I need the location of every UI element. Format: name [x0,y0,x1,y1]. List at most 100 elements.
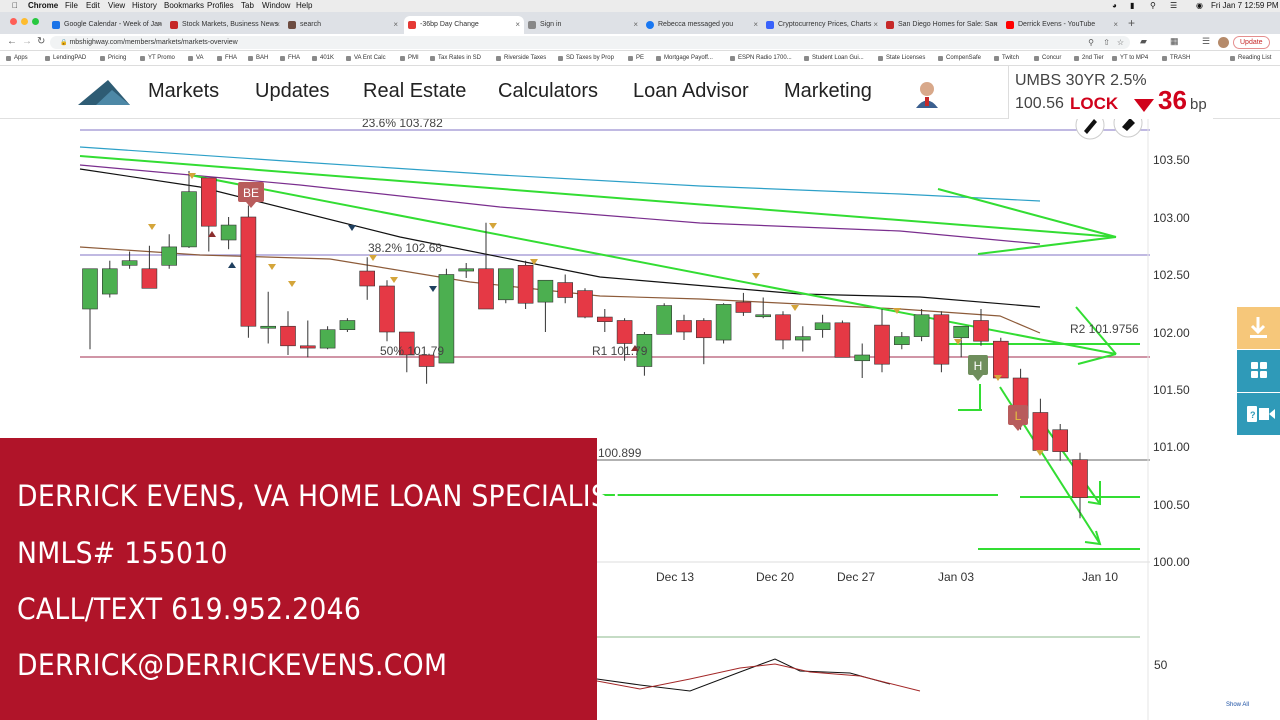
tab-sign-in[interactable]: Sign in × [524,16,642,34]
candle-up[interactable] [715,304,732,341]
candle-down[interactable] [1072,459,1088,498]
close-tab-icon[interactable]: × [157,16,162,34]
bookmark-401k[interactable]: 401K [312,51,334,66]
mbs-highway-logo[interactable] [78,78,130,105]
candle-up[interactable] [220,224,237,241]
candle-down[interactable] [1032,412,1049,451]
tab-san-diego-homes[interactable]: San Diego Homes for Sale: San × [882,16,1002,34]
new-tab-icon[interactable]: + [1128,16,1135,30]
bookmark-fha[interactable]: FHA [217,51,237,66]
bookmark-yt-promo[interactable]: YT Promo [140,51,175,66]
bookmark-compensafe[interactable]: CompenSafe [938,51,981,66]
drawing-tools[interactable] [1075,119,1143,140]
candle-up[interactable] [893,336,910,345]
tab-stock-markets[interactable]: Stock Markets, Business News × [166,16,284,34]
candle-up[interactable] [537,279,554,303]
nav-marketing[interactable]: Marketing [784,80,872,103]
tab-youtube[interactable]: Derrick Evens - YouTube × [1002,16,1122,34]
lock-button[interactable]: LOCK [1070,94,1118,114]
candle-down[interactable] [1052,429,1068,452]
close-tab-icon[interactable]: × [1113,16,1118,34]
zoom-icon[interactable]: ⚲ [1088,36,1094,49]
bookmark-pe[interactable]: PE [628,51,644,66]
tab-search[interactable]: search × [284,16,402,34]
reload-icon[interactable]: ↻ [37,36,45,47]
candle-down[interactable] [616,320,633,344]
wifi-icon[interactable]: ◕ [1112,0,1117,12]
tab-day-change[interactable]: -36bp Day Change × [404,16,524,34]
bookmark-student-loan[interactable]: Student Loan Gui... [804,51,864,66]
rate-box[interactable]: UMBS 30YR 2.5% 100.56 LOCK 36 bp [1008,66,1213,119]
candle-up[interactable] [260,325,277,329]
menu-profiles[interactable]: Profiles [207,0,234,12]
control-center-icon[interactable]: ☰ [1170,0,1177,12]
user-avatar[interactable] [914,80,940,108]
bookmark-sd-taxes[interactable]: SD Taxes by Prop [558,51,614,66]
nav-updates[interactable]: Updates [255,80,330,103]
candle-down[interactable] [280,325,296,347]
candle-down[interactable] [141,268,158,289]
bookmark-espn-radio[interactable]: ESPN Radio 1700... [730,51,792,66]
menu-app-name[interactable]: Chrome [28,0,58,12]
bookmark-star-icon[interactable]: ☆ [1117,36,1124,49]
bookmark-concur[interactable]: Concur [1034,51,1061,66]
candle-down[interactable] [596,316,613,322]
candle-down[interactable] [240,216,257,327]
menu-view[interactable]: View [108,0,125,12]
candle-down[interactable] [517,265,534,304]
candle-down[interactable] [557,282,574,298]
tab-crypto-prices[interactable]: Cryptocurrency Prices, Charts × [762,16,882,34]
bookmark-riverside-taxes[interactable]: Riverside Taxes [496,51,546,66]
candle-up[interactable] [497,268,514,301]
bookmark-lendingpad[interactable]: LendingPAD [45,51,86,66]
menu-tab[interactable]: Tab [241,0,254,12]
bookmark-trash[interactable]: TRASH [1162,51,1190,66]
candle-up[interactable] [161,246,177,266]
candle-up[interactable] [121,260,138,266]
candle-down[interactable] [577,290,593,318]
menu-help[interactable]: Help [296,0,312,12]
nav-loan-advisor[interactable]: Loan Advisor [633,80,749,103]
menu-edit[interactable]: Edit [86,0,100,12]
candle-up[interactable] [102,268,118,295]
candle-up[interactable] [339,320,356,330]
candle-up[interactable] [319,329,336,349]
bookmark-2nd-tier[interactable]: 2nd Tier [1074,51,1104,66]
bookmark-pricing[interactable]: Pricing [100,51,126,66]
minimize-window-icon[interactable] [21,18,28,25]
apple-icon[interactable]:  [12,0,18,12]
candle-down[interactable] [735,301,752,313]
siri-icon[interactable]: ◉ [1196,0,1203,12]
candle-up[interactable] [953,325,970,339]
candle-down[interactable] [478,268,494,310]
menu-window[interactable]: Window [262,0,290,12]
back-icon[interactable]: ← [7,36,17,47]
video-button[interactable]: ? [1237,393,1280,435]
tab-facebook-message[interactable]: Rebecca messaged you × [642,16,762,34]
forward-icon[interactable]: → [22,36,32,47]
candle-up[interactable] [854,354,871,362]
candle-down[interactable] [933,314,950,365]
candle-down[interactable] [359,270,376,287]
puzzle-icon[interactable]: ▦ [1170,36,1179,47]
close-tab-icon[interactable]: × [753,16,758,34]
candle-up[interactable] [913,314,930,337]
menubar-clock[interactable]: Fri Jan 7 12:59 PM [1211,0,1279,12]
profile-avatar[interactable] [1218,37,1229,48]
grid-button[interactable] [1237,350,1280,392]
maximize-window-icon[interactable] [32,18,39,25]
close-tab-icon[interactable]: × [393,16,398,34]
candle-up[interactable] [814,322,831,331]
nav-markets[interactable]: Markets [148,80,219,103]
bookmark-twitch[interactable]: Twitch [994,51,1019,66]
close-tab-icon[interactable]: × [515,16,520,34]
candle-down[interactable] [695,320,712,339]
menu-file[interactable]: File [65,0,78,12]
extension-icon[interactable]: ▰ [1140,36,1147,47]
candle-up[interactable] [794,336,811,341]
bookmark-bah[interactable]: BAH [248,51,268,66]
nav-calculators[interactable]: Calculators [498,80,598,103]
close-tab-icon[interactable]: × [633,16,638,34]
battery-icon[interactable]: ▮ [1130,0,1134,12]
candle-down[interactable] [874,324,890,365]
